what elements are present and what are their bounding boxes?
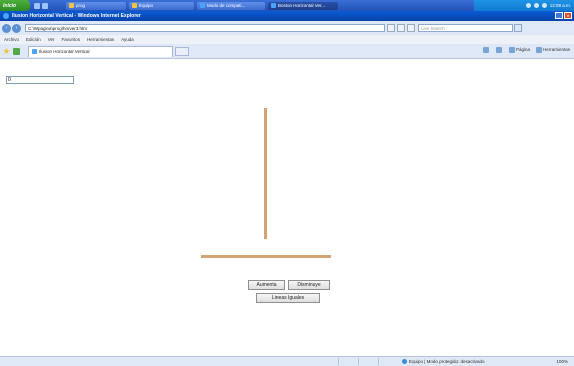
gear-icon [535, 47, 542, 53]
address-dropdown-button[interactable] [387, 24, 395, 32]
home-icon [482, 47, 489, 53]
stop-button[interactable] [407, 24, 415, 32]
page-icon [508, 47, 515, 53]
equal-lines-button[interactable]: Lineas Iguales [256, 293, 320, 303]
search-placeholder: Live Search [421, 25, 445, 31]
close-button[interactable]: × [564, 12, 572, 19]
status-divider [358, 358, 359, 365]
zoom-level: 100% [556, 359, 568, 364]
ie-quicklaunch-icon[interactable] [42, 2, 48, 9]
ie-icon [271, 3, 276, 8]
page-content: Aumenta Disminuye Lineas Iguales [0, 59, 574, 356]
folder-icon [69, 3, 74, 8]
tools-menu[interactable]: Herramientas [535, 47, 570, 53]
taskbar: Inicio prog Equipo Modo de compati... Bo… [0, 0, 574, 11]
language-icon[interactable] [525, 3, 531, 8]
print-button[interactable] [495, 47, 503, 53]
volume-icon[interactable] [541, 3, 547, 8]
new-tab-button[interactable] [175, 46, 189, 56]
page-menu[interactable]: Página [508, 47, 530, 53]
menu-item-archivo[interactable]: Archivo [4, 37, 19, 42]
address-row: ‹ › C:\Wpagina\prog\horver3.htm Live Sea… [0, 21, 574, 35]
home-button[interactable] [482, 47, 490, 53]
taskbar-item-boston[interactable]: Boston Horizontal Ver... [268, 1, 338, 10]
clock[interactable]: 12:08 a.m. [550, 3, 571, 8]
back-button[interactable]: ‹ [2, 23, 11, 33]
window-title: Ilusion Horizontal Vertical - Windows In… [12, 13, 141, 19]
taskbar-item-prog[interactable]: prog [66, 1, 126, 10]
folder-icon [132, 3, 137, 8]
tab-label: Ilusion Horizontal Vertical [39, 49, 90, 54]
menu-item-edicion[interactable]: Edición [26, 37, 41, 42]
address-bar[interactable]: C:\Wpagina\prog\horver3.htm [25, 24, 385, 32]
print-icon [495, 47, 502, 53]
horizontal-line [201, 255, 331, 258]
command-bar: Página Herramientas [482, 47, 570, 53]
quick-launch [34, 2, 48, 9]
menu-item-ayuda[interactable]: Ayuda [121, 37, 134, 42]
taskbar-item-compat[interactable]: Modo de compati... [197, 1, 265, 10]
line-value-input[interactable] [6, 76, 74, 84]
status-divider [338, 358, 339, 365]
menu-item-ver[interactable]: Ver [48, 37, 55, 42]
status-bar: Equipo | Modo protegido: desactivado 100… [0, 356, 574, 366]
computer-zone-icon [402, 359, 407, 364]
menu-item-favoritos[interactable]: Favoritos [62, 37, 81, 42]
network-icon[interactable] [533, 3, 539, 8]
address-text: C:\Wpagina\prog\horver3.htm [28, 25, 88, 31]
ie-icon [200, 3, 205, 8]
tab-row: Ilusion Horizontal Vertical Página Herra… [0, 44, 574, 59]
minimize-button[interactable]: _ [555, 12, 563, 19]
show-desktop-icon[interactable] [34, 2, 40, 9]
taskbar-item-equipo[interactable]: Equipo [129, 1, 194, 10]
window-controls: _ × [555, 12, 572, 19]
zoom-control[interactable]: 100% [556, 358, 568, 365]
increase-button[interactable]: Aumenta [248, 280, 285, 290]
ie-page-icon [32, 49, 37, 54]
security-zone[interactable]: Equipo | Modo protegido: desactivado [402, 358, 484, 365]
status-divider [378, 358, 379, 365]
favorites-star-icon[interactable] [3, 47, 10, 54]
forward-button[interactable]: › [12, 23, 21, 33]
search-go-button[interactable] [514, 24, 522, 32]
vertical-line [264, 108, 267, 239]
menu-item-herramientas[interactable]: Herramientas [87, 37, 114, 42]
add-favorite-icon[interactable] [13, 47, 20, 55]
menu-bar: Archivo Edición Ver Favoritos Herramient… [0, 35, 574, 44]
window-titlebar: Ilusion Horizontal Vertical - Windows In… [0, 11, 574, 21]
ie-icon [3, 13, 9, 19]
tab-ilusion[interactable]: Ilusion Horizontal Vertical [28, 45, 173, 57]
refresh-button[interactable] [397, 24, 405, 32]
start-button[interactable]: Inicio [0, 0, 30, 11]
search-input[interactable]: Live Search [418, 24, 513, 32]
decrease-button[interactable]: Disminuye [288, 280, 330, 290]
system-tray: 12:08 a.m. [474, 0, 574, 11]
